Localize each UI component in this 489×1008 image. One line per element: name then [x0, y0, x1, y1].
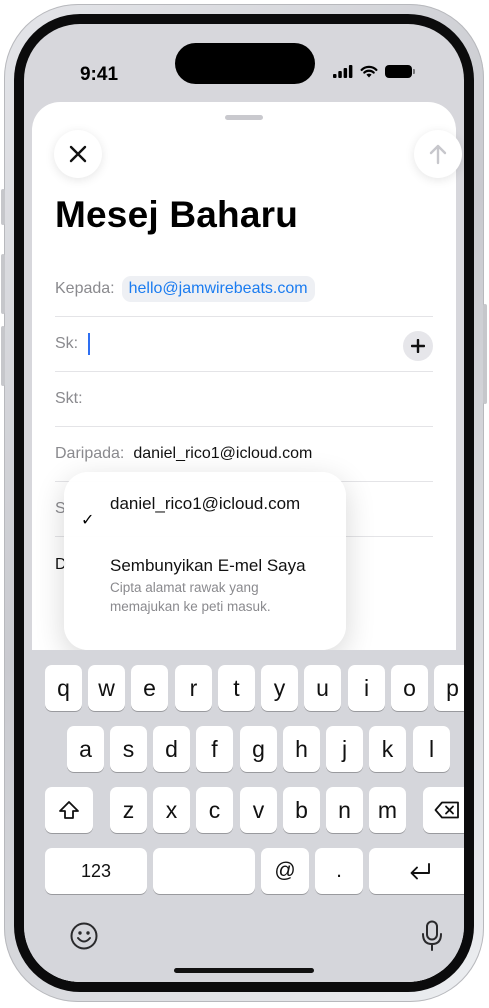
recipient-chip[interactable]: hello@jamwirebeats.com	[121, 276, 315, 302]
from-address-menu: ✓ daniel_rico1@icloud.com Sembunyikan E-…	[64, 472, 346, 650]
keyboard: q w e r t y u i o p a s d f g h j k l z …	[24, 650, 464, 982]
text-cursor	[88, 333, 91, 355]
at-key[interactable]: @	[261, 848, 309, 894]
numbers-key[interactable]: 123	[45, 848, 147, 894]
key-e[interactable]: e	[131, 665, 168, 711]
emoji-icon	[70, 922, 98, 950]
dynamic-island	[175, 43, 315, 84]
home-indicator[interactable]	[174, 968, 314, 973]
key-t[interactable]: t	[218, 665, 255, 711]
key-u[interactable]: u	[304, 665, 341, 711]
delete-key[interactable]	[423, 787, 464, 833]
key-n[interactable]: n	[326, 787, 363, 833]
close-button[interactable]	[54, 130, 102, 178]
screen: 9:41 Mesej Baharu Kepada: hello@jamwireb…	[24, 24, 464, 982]
key-y[interactable]: y	[261, 665, 298, 711]
shift-key[interactable]	[45, 787, 93, 833]
add-contact-button[interactable]	[403, 331, 433, 361]
key-z[interactable]: z	[110, 787, 147, 833]
cc-label: Sk:	[55, 335, 79, 352]
key-d[interactable]: d	[153, 726, 190, 772]
key-x[interactable]: x	[153, 787, 190, 833]
key-j[interactable]: j	[326, 726, 363, 772]
dictation-button[interactable]	[414, 918, 450, 954]
emoji-button[interactable]	[66, 918, 102, 954]
key-q[interactable]: q	[45, 665, 82, 711]
key-r[interactable]: r	[175, 665, 212, 711]
key-f[interactable]: f	[196, 726, 233, 772]
key-l[interactable]: l	[413, 726, 450, 772]
from-label: Daripada:	[55, 445, 125, 462]
to-label: Kepada:	[55, 280, 115, 297]
signal-icon	[333, 65, 353, 78]
send-button[interactable]	[414, 130, 462, 178]
key-k[interactable]: k	[369, 726, 406, 772]
key-v[interactable]: v	[240, 787, 277, 833]
to-row[interactable]: Kepada: hello@jamwirebeats.com	[55, 262, 433, 317]
battery-icon	[385, 65, 415, 78]
action-button	[1, 189, 5, 225]
bcc-row[interactable]: Skt:	[55, 372, 433, 427]
key-g[interactable]: g	[240, 726, 277, 772]
key-i[interactable]: i	[348, 665, 385, 711]
phone-frame: 9:41 Mesej Baharu Kepada: hello@jamwireb…	[1, 4, 487, 1002]
return-icon	[410, 863, 430, 880]
key-c[interactable]: c	[196, 787, 233, 833]
key-o[interactable]: o	[391, 665, 428, 711]
menu-option-icloud-address[interactable]: daniel_rico1@icloud.com	[110, 494, 300, 514]
from-value[interactable]: daniel_rico1@icloud.com	[133, 445, 312, 463]
bezel: 9:41 Mesej Baharu Kepada: hello@jamwireb…	[14, 14, 474, 992]
volume-up-button	[1, 254, 5, 314]
key-a[interactable]: a	[67, 726, 104, 772]
key-w[interactable]: w	[88, 665, 125, 711]
key-p[interactable]: p	[434, 665, 464, 711]
side-button	[483, 304, 487, 404]
close-icon	[69, 145, 87, 163]
checkmark-icon: ✓	[81, 512, 95, 529]
send-arrow-icon	[429, 144, 447, 165]
shift-icon	[59, 801, 79, 819]
plus-icon	[411, 339, 425, 353]
key-b[interactable]: b	[283, 787, 320, 833]
menu-option-hide-my-email[interactable]: Sembunyikan E-mel Saya	[110, 556, 306, 576]
menu-option-description: Cipta alamat rawak yang memajukan ke pet…	[110, 580, 271, 614]
sheet-grabber[interactable]	[225, 115, 263, 120]
wifi-icon	[360, 65, 378, 78]
page-title: Mesej Baharu	[55, 194, 298, 235]
return-key[interactable]	[369, 848, 464, 894]
volume-down-button	[1, 326, 5, 386]
key-s[interactable]: s	[110, 726, 147, 772]
dot-key[interactable]: .	[315, 848, 363, 894]
status-time: 9:41	[79, 64, 119, 85]
space-key[interactable]	[153, 848, 255, 894]
microphone-icon	[422, 920, 442, 951]
bcc-label: Skt:	[55, 390, 83, 407]
cc-row[interactable]: Sk:	[55, 317, 433, 372]
delete-icon	[434, 801, 459, 819]
key-h[interactable]: h	[283, 726, 320, 772]
status-indicators	[333, 65, 415, 78]
key-m[interactable]: m	[369, 787, 406, 833]
